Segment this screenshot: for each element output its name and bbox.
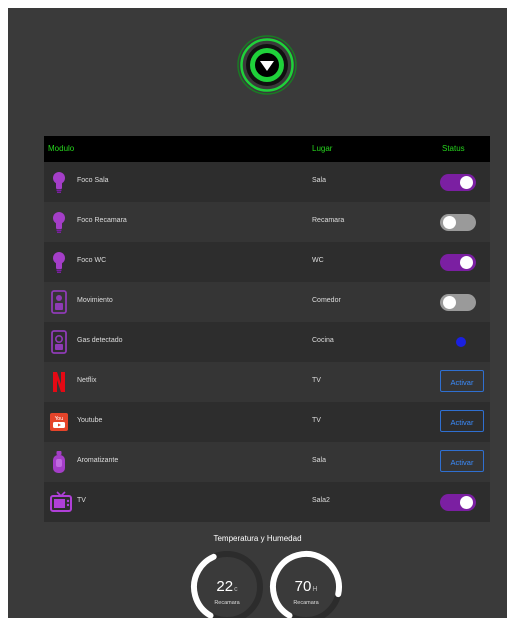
module-place: Sala2 — [312, 497, 330, 504]
module-place: TV — [312, 417, 321, 424]
header-status: Status — [442, 144, 465, 153]
motion-sensor-icon — [50, 290, 68, 314]
bulb-icon — [50, 170, 68, 194]
toggle-knob — [460, 176, 473, 189]
module-place: Comedor — [312, 297, 341, 304]
table-row: Movimiento Comedor — [44, 282, 490, 322]
status-toggle[interactable] — [440, 174, 476, 191]
toggle-knob — [443, 296, 456, 309]
youtube-icon: You — [50, 410, 68, 434]
module-name: Youtube — [77, 417, 103, 424]
module-name: Movimiento — [77, 297, 113, 304]
netflix-icon — [50, 370, 68, 394]
module-name: Aromatizante — [77, 457, 119, 464]
table-header: Modulo Lugar Status — [44, 136, 490, 162]
module-place: TV — [312, 377, 321, 384]
humidity-gauge: 70H Recamara — [267, 548, 345, 618]
module-name: Gas detectado — [77, 337, 123, 344]
table-row: TV Sala2 — [44, 482, 490, 522]
module-place: Recamara — [312, 217, 345, 224]
table-row: Foco WC WC — [44, 242, 490, 282]
sensors-title: Temperatura y Humedad — [213, 534, 302, 543]
toggle-knob — [460, 496, 473, 509]
devices-table: Modulo Lugar Status Foco Sala Sala Foco Re… — [44, 136, 490, 522]
header-module: Modulo — [48, 144, 75, 153]
toggle-knob — [443, 216, 456, 229]
table-body: Foco Sala Sala Foco Recamara Recamara Foco W… — [44, 162, 490, 522]
module-name: TV — [77, 497, 86, 504]
svg-text:You: You — [54, 416, 64, 422]
table-row: Gas detectado Cocina — [44, 322, 490, 362]
app-panel: Modulo Lugar Status Foco Sala Sala Foco Re… — [8, 8, 507, 618]
module-place: Sala — [312, 457, 327, 464]
toggle-knob — [460, 256, 473, 269]
humidity-value: 70H — [294, 578, 318, 595]
activate-button[interactable]: Activar — [440, 370, 484, 392]
status-toggle[interactable] — [440, 494, 476, 511]
header-place: Lugar — [312, 144, 333, 153]
module-name: Netflix — [77, 377, 97, 384]
status-indicator-dot — [456, 337, 466, 347]
humidity-label: Recamara — [293, 600, 319, 606]
module-name: Foco Recamara — [77, 217, 127, 224]
table-row: Foco Sala Sala — [44, 162, 490, 202]
gas-sensor-icon — [50, 330, 68, 354]
status-toggle[interactable] — [440, 294, 476, 311]
module-place: WC — [312, 257, 324, 264]
temperature-value: 22c — [216, 578, 238, 595]
module-name: Foco WC — [77, 257, 107, 264]
status-toggle[interactable] — [440, 254, 476, 271]
table-row: Netflix TV Activar — [44, 362, 490, 402]
air-freshener-icon — [50, 450, 68, 474]
activate-button[interactable]: Activar — [440, 410, 484, 432]
module-name: Foco Sala — [77, 177, 109, 184]
module-place: Sala — [312, 177, 327, 184]
bulb-icon — [50, 250, 68, 274]
bulb-icon — [50, 210, 68, 234]
activate-button[interactable]: Activar — [440, 450, 484, 472]
status-toggle[interactable] — [440, 214, 476, 231]
tv-icon — [50, 490, 72, 514]
temperature-gauge: 22c Recamara — [188, 548, 266, 618]
dropdown-logo-icon[interactable] — [236, 34, 298, 96]
table-row: Foco Recamara Recamara — [44, 202, 490, 242]
module-place: Cocina — [312, 337, 334, 344]
temperature-label: Recamara — [214, 600, 240, 606]
table-row: Aromatizante Sala Activar — [44, 442, 490, 482]
table-row: You Youtube TV Activar — [44, 402, 490, 442]
